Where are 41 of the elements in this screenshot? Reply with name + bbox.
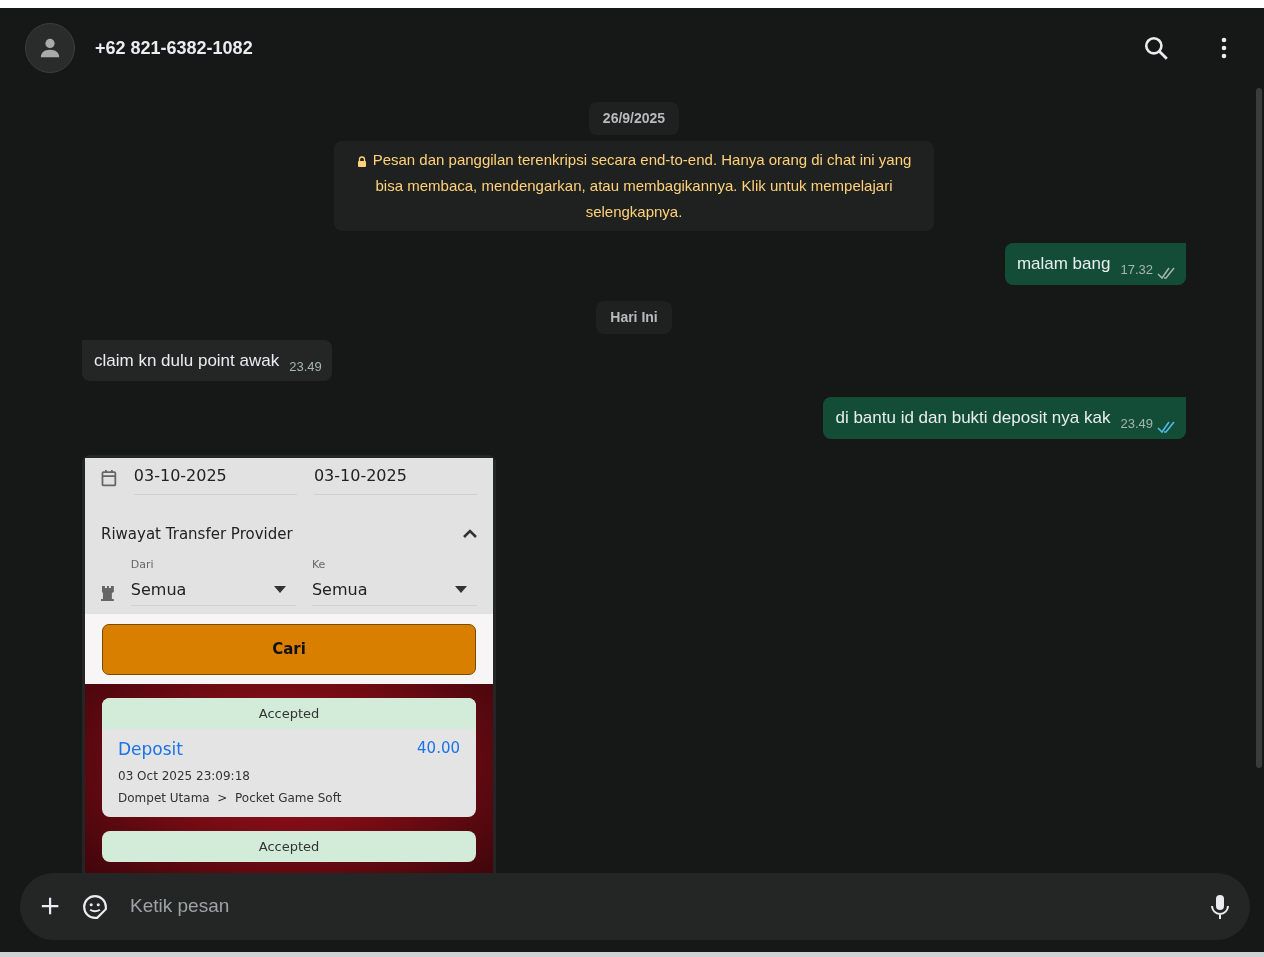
contact-avatar[interactable] — [25, 23, 75, 73]
date-field[interactable]: 03-10-2025 — [133, 461, 297, 495]
dropdown-field[interactable]: Semua — [311, 577, 477, 606]
encryption-notice[interactable]: Pesan dan panggilan terenkripsi secara end-to-end. Hanya orang di chat ini yang bisa membaca, mendengarkan, atau membagikannya. Klik untuk mempelajari selengkapnya. — [334, 141, 934, 231]
date-field[interactable]: 03-10-2025 — [313, 461, 477, 495]
scrollbar[interactable] — [1256, 88, 1262, 768]
lock-icon — [356, 155, 367, 167]
transaction-route: Dompet Utama > Pocket Game Soft — [118, 789, 343, 807]
search-button[interactable]: Cari — [102, 623, 476, 675]
sticker-icon[interactable] — [82, 893, 108, 920]
caret-icon — [273, 586, 286, 593]
transaction-type: Deposit — [118, 738, 183, 761]
transaction-date: 03 Oct 2025 23:09:18 — [118, 767, 251, 785]
menu-icon[interactable] — [1221, 37, 1227, 59]
date-label: Hari Ini — [596, 300, 672, 334]
field-label: Ke — [311, 557, 327, 573]
image-message[interactable]: 03-10-2025 03-10-2025 Riwayat Transfer Provider Dari Semua Ke Semua Cari Accepted Deposit 40.00 03 Oct 2025 23:09:18 Dompet Utama > Pocket Game Soft Accepted — [82, 454, 496, 873]
chevron-up-icon[interactable] — [463, 528, 477, 539]
transaction-card[interactable]: Accepted Deposit 40.00 03 Oct 2025 23:09:18 Dompet Utama > Pocket Game Soft — [102, 697, 476, 817]
section-title: Riwayat Transfer Provider — [101, 523, 293, 545]
message-time: 23.49 — [1120, 415, 1153, 433]
message-text: malam bang — [1016, 253, 1111, 275]
dropdown-field[interactable]: Semua — [130, 577, 296, 606]
contact-name: +62 821-6382-1082 — [95, 36, 253, 60]
person-icon — [39, 37, 61, 59]
calendar-icon — [101, 469, 117, 487]
message-time: 23.49 — [289, 357, 322, 376]
transaction-amount: 40.00 — [417, 738, 460, 759]
message-text: claim kn dulu point awak — [94, 349, 280, 372]
status-label: Accepted — [102, 697, 476, 729]
field-label: Dari — [130, 557, 155, 573]
status-label: Accepted — [102, 830, 476, 862]
message-field[interactable]: Ketik pesan — [20, 873, 1250, 940]
message-text: di bantu id dan bukti deposit nya kak — [835, 407, 1111, 429]
caret-icon — [455, 586, 467, 593]
message-time: 17.32 — [1120, 261, 1153, 279]
date-label: 26/9/2025 — [588, 102, 680, 135]
search-icon[interactable] — [1143, 35, 1169, 61]
microphone-icon[interactable] — [1210, 893, 1230, 920]
message-input[interactable]: Ketik pesan — [128, 891, 1190, 922]
tower-icon — [101, 584, 115, 602]
